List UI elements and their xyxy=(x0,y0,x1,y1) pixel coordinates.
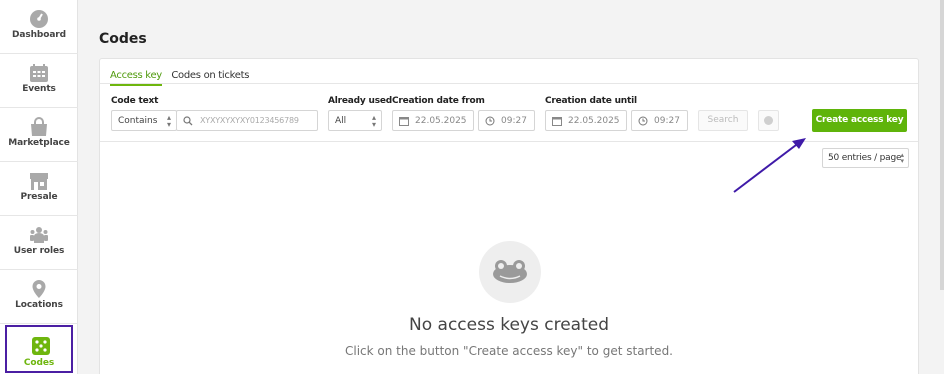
dashboard-icon xyxy=(30,10,48,28)
tab-codes-on-tickets[interactable]: Codes on tickets xyxy=(171,70,249,84)
sidebar-item-label: Events xyxy=(22,84,56,94)
already-used-label: Already used xyxy=(328,96,393,106)
sidebar-item-label: Codes xyxy=(23,358,55,368)
sidebar-item-label: Marketplace xyxy=(8,138,70,148)
code-text-search-input[interactable]: XYXYXYXYXY0123456789 xyxy=(176,110,318,131)
search-button[interactable]: Search xyxy=(698,110,748,131)
calendar-icon xyxy=(552,117,562,126)
tab-bar: Access key Codes on tickets xyxy=(110,65,254,86)
page-title: Codes xyxy=(99,31,147,47)
creation-until-date-input[interactable]: 22.05.2025 xyxy=(545,110,627,131)
sidebar-item-label: User roles xyxy=(13,246,65,256)
creation-until-date-value: 22.05.2025 xyxy=(568,116,620,126)
store-icon xyxy=(30,173,48,190)
search-icon xyxy=(183,116,193,126)
creation-until-time-input[interactable]: 09:27 xyxy=(631,110,688,131)
creation-date-from-label: Creation date from xyxy=(392,96,485,106)
calendar-icon xyxy=(399,117,409,126)
sidebar-item-events[interactable]: Events xyxy=(0,54,78,108)
select-caret-icon: ▴ ▾ xyxy=(371,113,376,129)
sidebar-item-dashboard[interactable]: Dashboard xyxy=(0,0,78,54)
creation-from-date-input[interactable]: 22.05.2025 xyxy=(392,110,474,131)
sidebar-item-user-roles[interactable]: User roles xyxy=(0,216,78,270)
empty-state-subtitle: Click on the button "Create access key" … xyxy=(344,344,673,358)
sidebar-item-locations[interactable]: Locations xyxy=(0,270,78,324)
creation-from-date-value: 22.05.2025 xyxy=(415,116,467,126)
already-used-value: All xyxy=(335,116,347,126)
code-text-operator-value: Contains xyxy=(118,116,158,126)
sidebar-item-presale[interactable]: Presale xyxy=(0,162,78,216)
creation-date-until-label: Creation date until xyxy=(545,96,637,106)
sidebar: Dashboard Events Marketplace Presale Use… xyxy=(0,0,78,374)
sidebar-item-label: Dashboard xyxy=(12,30,66,40)
sidebar-item-marketplace[interactable]: Marketplace xyxy=(0,108,78,162)
select-caret-icon: ▴ ▾ xyxy=(166,113,171,129)
codes-card: Access key Codes on tickets Code text Al… xyxy=(99,58,919,374)
tab-divider xyxy=(100,83,918,84)
dice-icon xyxy=(32,337,50,355)
sidebar-item-label: Presale xyxy=(20,192,58,202)
clock-icon xyxy=(638,116,648,126)
frog-icon xyxy=(493,260,527,283)
code-text-operator-select[interactable]: Contains ▴ ▾ xyxy=(111,110,177,131)
page-scrollbar[interactable] xyxy=(940,0,944,290)
creation-from-time-value: 09:27 xyxy=(501,116,527,126)
reset-icon xyxy=(764,116,773,125)
users-icon xyxy=(30,227,48,243)
select-caret-icon: ▴ ▾ xyxy=(900,151,904,165)
entries-per-page-value: 50 entries / page xyxy=(828,153,902,163)
annotation-arrow-icon xyxy=(733,138,806,193)
creation-until-time-value: 09:27 xyxy=(654,116,680,126)
entries-per-page-select[interactable]: 50 entries / page ▴ ▾ xyxy=(822,148,909,168)
empty-state-illustration xyxy=(479,241,541,303)
sidebar-item-codes[interactable]: Codes xyxy=(5,325,73,373)
location-pin-icon xyxy=(32,280,46,298)
reset-filter-button[interactable] xyxy=(758,110,779,131)
clock-icon xyxy=(485,116,495,126)
code-text-placeholder: XYXYXYXYXY0123456789 xyxy=(200,116,299,125)
already-used-select[interactable]: All ▴ ▾ xyxy=(328,110,382,131)
creation-from-time-input[interactable]: 09:27 xyxy=(478,110,535,131)
shopping-bag-icon xyxy=(31,117,47,136)
code-text-label: Code text xyxy=(111,96,159,106)
create-access-key-button[interactable]: Create access key xyxy=(812,109,907,132)
empty-state-title: No access keys created xyxy=(409,315,609,335)
sidebar-item-label: Locations xyxy=(15,300,63,310)
calendar-icon xyxy=(30,64,48,82)
